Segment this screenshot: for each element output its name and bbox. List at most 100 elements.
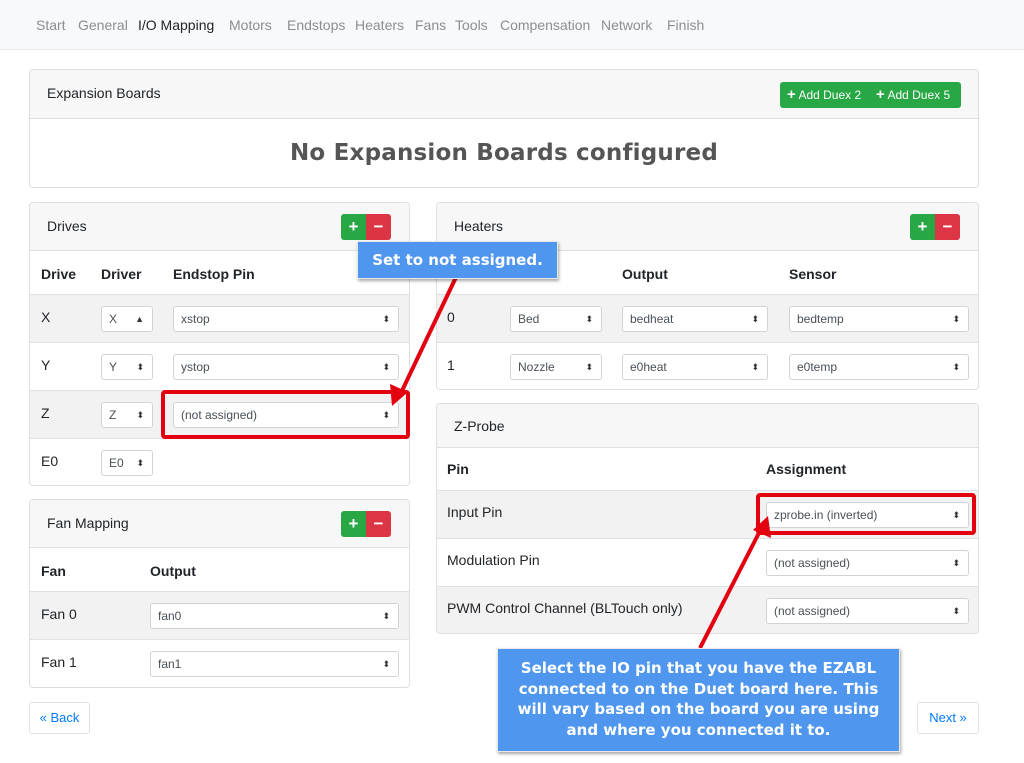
divider bbox=[437, 538, 978, 539]
fan-mapping-card: Fan Mapping + − Fan Output Fan 0 fan0 ⬍ F… bbox=[29, 499, 410, 688]
select-caret-icon: ▲ bbox=[135, 314, 144, 324]
zprobe-col-pin: Pin bbox=[447, 461, 469, 477]
select-caret-icon: ⬍ bbox=[136, 362, 144, 372]
select-caret-icon: ⬍ bbox=[382, 611, 390, 621]
nav-io-mapping[interactable]: I/O Mapping bbox=[138, 17, 214, 33]
heater0-output-value: bedheat bbox=[630, 312, 674, 326]
select-caret-icon: ⬍ bbox=[952, 314, 960, 324]
remove-heater-button[interactable]: − bbox=[935, 214, 960, 240]
select-caret-icon: ⬍ bbox=[585, 362, 593, 372]
zprobe-input-highlight bbox=[756, 493, 976, 535]
select-caret-icon: ⬍ bbox=[751, 362, 759, 372]
driver-z-value: Z bbox=[109, 408, 117, 422]
select-caret-icon: ⬍ bbox=[952, 362, 960, 372]
zprobe-modulation-pin-select[interactable]: (not assigned) ⬍ bbox=[766, 550, 969, 576]
heater1-sensor-select[interactable]: e0temp ⬍ bbox=[789, 354, 969, 380]
fan0-label: Fan 0 bbox=[41, 606, 77, 622]
divider bbox=[437, 342, 978, 343]
select-caret-icon: ⬍ bbox=[751, 314, 759, 324]
heaters-card: Heaters + − Output Sensor 0 Bed ⬍ bedheat… bbox=[436, 202, 979, 390]
heaters-title: Heaters bbox=[454, 218, 504, 234]
nav-motors[interactable]: Motors bbox=[229, 17, 272, 33]
select-caret-icon: ⬍ bbox=[952, 558, 960, 568]
nav-fans[interactable]: Fans bbox=[415, 17, 446, 33]
heater1-output-select[interactable]: e0heat ⬍ bbox=[622, 354, 768, 380]
fan0-output-value: fan0 bbox=[158, 609, 182, 623]
nav-general[interactable]: General bbox=[78, 17, 128, 33]
heater1-sensor-value: e0temp bbox=[797, 360, 838, 374]
heater1-index: 1 bbox=[447, 357, 455, 373]
nav-endstops[interactable]: Endstops bbox=[287, 17, 345, 33]
zprobe-modulation-pin-label: Modulation Pin bbox=[447, 552, 540, 568]
select-caret-icon: ⬍ bbox=[585, 314, 593, 324]
endstop-y-value: ystop bbox=[181, 360, 210, 374]
nav-finish[interactable]: Finish bbox=[667, 17, 704, 33]
add-duex2-button[interactable]: + Add Duex 2 bbox=[787, 82, 861, 108]
zprobe-input-pin-label: Input Pin bbox=[447, 504, 503, 520]
back-button[interactable]: « Back bbox=[29, 702, 90, 734]
fan1-label: Fan 1 bbox=[41, 654, 77, 670]
heater0-sensor-select[interactable]: bedtemp ⬍ bbox=[789, 306, 969, 332]
zprobe-header: Z-Probe bbox=[437, 404, 978, 448]
select-caret-icon: ⬍ bbox=[382, 314, 390, 324]
drive-z-label: Z bbox=[41, 405, 50, 421]
remove-drive-button[interactable]: − bbox=[366, 214, 391, 240]
expansion-boards-card: Expansion Boards + Add Duex 2 + Add Duex… bbox=[29, 69, 979, 188]
heater0-index: 0 bbox=[447, 309, 455, 325]
heater1-type-select[interactable]: Nozzle ⬍ bbox=[510, 354, 602, 380]
fan-mapping-header: Fan Mapping + − bbox=[30, 500, 409, 548]
zprobe-title: Z-Probe bbox=[454, 418, 505, 434]
zprobe-col-assignment: Assignment bbox=[766, 461, 847, 477]
heater0-type-value: Bed bbox=[518, 312, 540, 326]
heater0-sensor-value: bedtemp bbox=[797, 312, 844, 326]
driver-e0-select[interactable]: E0 ⬍ bbox=[101, 450, 153, 476]
divider bbox=[30, 342, 409, 343]
add-drive-button[interactable]: + bbox=[341, 214, 366, 240]
nav-start[interactable]: Start bbox=[36, 17, 66, 33]
heater0-output-select[interactable]: bedheat ⬍ bbox=[622, 306, 768, 332]
no-expansion-message: No Expansion Boards configured bbox=[289, 140, 719, 166]
driver-e0-value: E0 bbox=[109, 456, 124, 470]
add-fan-button[interactable]: + bbox=[341, 511, 366, 537]
driver-z-select[interactable]: Z ⬍ bbox=[101, 402, 153, 428]
zprobe-pwm-channel-select[interactable]: (not assigned) ⬍ bbox=[766, 598, 969, 624]
fan1-output-value: fan1 bbox=[158, 657, 182, 671]
endstop-y-select[interactable]: ystop ⬍ bbox=[173, 354, 399, 380]
endstop-x-value: xstop bbox=[181, 312, 210, 326]
nav-compensation[interactable]: Compensation bbox=[500, 17, 590, 33]
add-duex5-button[interactable]: + Add Duex 5 bbox=[876, 82, 950, 108]
next-button[interactable]: Next » bbox=[917, 702, 979, 734]
driver-y-select[interactable]: Y ⬍ bbox=[101, 354, 153, 380]
endstop-x-select[interactable]: xstop ⬍ bbox=[173, 306, 399, 332]
nav-tools[interactable]: Tools bbox=[455, 17, 488, 33]
nav-heaters[interactable]: Heaters bbox=[355, 17, 404, 33]
probe-callout: Select the IO pin that you have the EZAB… bbox=[497, 648, 900, 752]
zprobe-modulation-pin-value: (not assigned) bbox=[774, 556, 851, 570]
endstop-z-highlight bbox=[161, 390, 410, 439]
select-caret-icon: ⬍ bbox=[136, 458, 144, 468]
expansion-boards-header: Expansion Boards + Add Duex 2 + Add Duex… bbox=[30, 70, 978, 119]
fan-col-fan: Fan bbox=[41, 563, 66, 579]
fan1-output-select[interactable]: fan1 ⬍ bbox=[150, 651, 399, 677]
heater1-output-value: e0heat bbox=[630, 360, 667, 374]
heater1-type-value: Nozzle bbox=[518, 360, 555, 374]
endstop-callout: Set to not assigned. bbox=[357, 241, 558, 279]
select-caret-icon: ⬍ bbox=[136, 410, 144, 420]
heater0-type-select[interactable]: Bed ⬍ bbox=[510, 306, 602, 332]
drives-card: Drives + − Drive Driver Endstop Pin X X ▲… bbox=[29, 202, 410, 486]
select-caret-icon: ⬍ bbox=[382, 362, 390, 372]
zprobe-pwm-channel-label: PWM Control Channel (BLTouch only) bbox=[447, 600, 683, 616]
remove-fan-button[interactable]: − bbox=[366, 511, 391, 537]
zprobe-pwm-channel-value: (not assigned) bbox=[774, 604, 851, 618]
heaters-col-sensor: Sensor bbox=[789, 266, 837, 282]
fan0-output-select[interactable]: fan0 ⬍ bbox=[150, 603, 399, 629]
driver-x-select[interactable]: X ▲ bbox=[101, 306, 153, 332]
drive-e0-label: E0 bbox=[41, 453, 59, 469]
nav-network[interactable]: Network bbox=[601, 17, 652, 33]
heaters-col-output: Output bbox=[622, 266, 668, 282]
drives-header: Drives + − bbox=[30, 203, 409, 251]
add-duex5-label: Add Duex 5 bbox=[887, 88, 951, 102]
add-heater-button[interactable]: + bbox=[910, 214, 935, 240]
driver-y-value: Y bbox=[109, 360, 118, 374]
select-caret-icon: ⬍ bbox=[382, 659, 390, 669]
